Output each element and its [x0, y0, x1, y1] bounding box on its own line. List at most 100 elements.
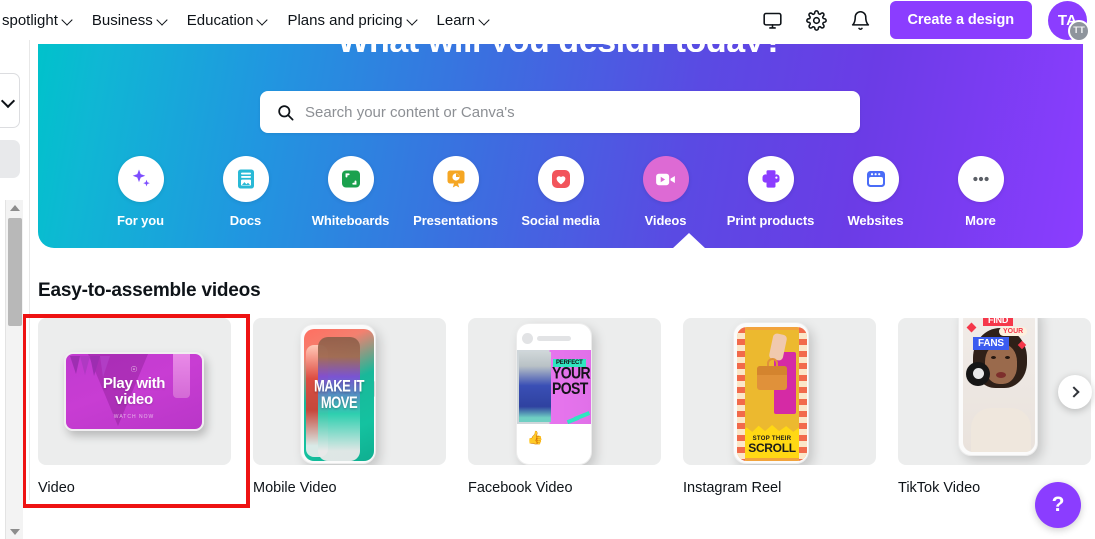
- thumbs-up-icon: 👍: [527, 430, 544, 445]
- top-navigation-bar: spotlight Business Education Plans and p…: [0, 0, 1095, 42]
- thumbnail-art: FIND YOUR FANS: [963, 318, 1035, 452]
- video-camera-icon: [656, 173, 675, 185]
- whiteboard-icon: [341, 170, 360, 188]
- nav-item-business[interactable]: Business: [82, 6, 177, 35]
- phone-mockup: FIND YOUR FANS: [958, 318, 1038, 456]
- category-label: Presentations: [413, 213, 498, 228]
- avatar-team-badge: TT: [1068, 19, 1090, 42]
- heart-icon: [551, 170, 570, 188]
- category-nav: For you Docs Whiteboards Presentations S…: [38, 156, 1083, 228]
- thumbnail-text: YOUR: [999, 327, 1028, 336]
- section-title: Easy-to-assemble videos: [38, 280, 261, 301]
- presentation-icon: [447, 170, 464, 188]
- category-label: Whiteboards: [311, 213, 390, 228]
- monitor-icon[interactable]: [758, 5, 788, 35]
- card-mobile-video[interactable]: MAKE IT MOVE Mobile Video: [253, 318, 446, 496]
- create-a-design-button[interactable]: Create a design: [889, 1, 1032, 39]
- gear-icon[interactable]: [802, 5, 832, 35]
- category-print-products[interactable]: Print products: [718, 156, 823, 228]
- category-label: Docs: [229, 213, 262, 228]
- chevron-right-icon: [1067, 386, 1080, 398]
- card-tiktok-video[interactable]: FIND YOUR FANS TikTok Video: [898, 318, 1091, 496]
- nav-item-spotlight[interactable]: spotlight: [0, 6, 82, 35]
- chevron-down-icon: [258, 16, 267, 25]
- category-label: Social media: [521, 213, 600, 228]
- chevron-down-icon: [158, 16, 167, 25]
- category-label: For you: [117, 213, 164, 228]
- category-icon-circle: [432, 156, 479, 202]
- search-icon: [278, 104, 294, 120]
- page-scrollbar[interactable]: [5, 200, 23, 539]
- category-icon-circle: [747, 156, 794, 202]
- thumbnail-subtext: WATCH NOW: [113, 414, 155, 420]
- sparkle-icon: [132, 169, 150, 187]
- phone-mockup: PERFECT YOUR POST 👍: [516, 323, 592, 465]
- top-nav-actions: Create a design TA TT: [758, 0, 1095, 42]
- category-presentations[interactable]: Presentations: [403, 156, 508, 228]
- nav-label: spotlight: [2, 11, 58, 29]
- category-docs[interactable]: Docs: [193, 156, 298, 228]
- chevron-down-icon: [3, 96, 13, 106]
- search-input[interactable]: [305, 103, 844, 121]
- card-label: Mobile Video: [253, 480, 337, 496]
- card-label: Facebook Video: [468, 480, 573, 496]
- ellipsis-icon: [972, 176, 989, 182]
- bell-icon[interactable]: [846, 5, 876, 35]
- thumbnail-art: MAKE IT MOVE: [304, 329, 374, 461]
- nav-label: Education: [186, 11, 254, 29]
- hero-banner: What will you design today? For you: [38, 22, 1083, 249]
- category-icon-circle: [327, 156, 374, 202]
- scroll-down-arrow-icon[interactable]: [6, 524, 24, 539]
- left-panel-placeholder: [0, 140, 20, 178]
- thumbnail-text: FANS: [973, 337, 1009, 350]
- card-thumbnail: PERFECT YOUR POST 👍: [468, 318, 661, 465]
- canva-homepage: spotlight Business Education Plans and p…: [0, 0, 1095, 539]
- selected-category-pointer: [672, 233, 706, 249]
- chevron-down-icon: [408, 16, 417, 25]
- card-instagram-reel[interactable]: STOP THEIR SCROLL Instagram Reel: [683, 318, 876, 496]
- scrollbar-thumb[interactable]: [8, 218, 22, 326]
- nav-label: Learn: [436, 11, 475, 29]
- thumbnail-art: PERFECT YOUR POST: [517, 350, 591, 424]
- search-bar[interactable]: [260, 91, 860, 133]
- chevron-down-icon: [63, 16, 72, 25]
- card-facebook-video[interactable]: PERFECT YOUR POST 👍 Facebook Video: [468, 318, 661, 496]
- main-menu: spotlight Business Education Plans and p…: [0, 6, 499, 35]
- post-header: [522, 333, 588, 345]
- category-whiteboards[interactable]: Whiteboards: [298, 156, 403, 228]
- category-more[interactable]: More: [928, 156, 1033, 228]
- carousel-next-button[interactable]: [1058, 375, 1092, 409]
- category-websites[interactable]: Websites: [823, 156, 928, 228]
- thumbnail-text: FIND: [983, 318, 1014, 326]
- card-label: Video: [38, 480, 75, 496]
- scroll-up-arrow-icon[interactable]: [6, 200, 24, 216]
- nav-item-plans-and-pricing[interactable]: Plans and pricing: [277, 6, 426, 35]
- left-panel-partial: [0, 40, 30, 539]
- help-button[interactable]: ?: [1035, 482, 1081, 528]
- thumbnail-text: Play with video: [102, 375, 166, 408]
- phone-mockup: MAKE IT MOVE: [300, 324, 376, 464]
- card-thumbnail: STOP THEIR SCROLL: [683, 318, 876, 465]
- nav-label: Business: [91, 11, 153, 29]
- thumbnail-art: STOP THEIR SCROLL: [737, 327, 807, 461]
- category-icon-circle: [957, 156, 1004, 202]
- card-thumbnail: MAKE IT MOVE: [253, 318, 446, 465]
- category-social-media[interactable]: Social media: [508, 156, 613, 228]
- phone-mockup: STOP THEIR SCROLL: [733, 322, 809, 464]
- printer-icon: [762, 170, 779, 188]
- nav-item-learn[interactable]: Learn: [427, 6, 499, 35]
- category-videos[interactable]: Videos: [613, 156, 718, 228]
- thumbnail-text: YOUR POST: [552, 363, 591, 398]
- category-icon-circle: [222, 156, 269, 202]
- category-icon-circle: [852, 156, 899, 202]
- card-label: Instagram Reel: [683, 480, 782, 496]
- user-avatar[interactable]: TA TT: [1048, 0, 1090, 42]
- left-panel-card[interactable]: [0, 73, 20, 128]
- thumbnail-text: MAKE IT MOVE: [314, 376, 364, 412]
- category-label: Print products: [726, 213, 815, 228]
- thumbnail-art: ☉ Play with video WATCH NOW: [64, 352, 204, 431]
- nav-item-education[interactable]: Education: [177, 6, 278, 35]
- card-video[interactable]: ☉ Play with video WATCH NOW Video: [38, 318, 231, 496]
- category-for-you[interactable]: For you: [88, 156, 193, 228]
- document-icon: [237, 169, 254, 189]
